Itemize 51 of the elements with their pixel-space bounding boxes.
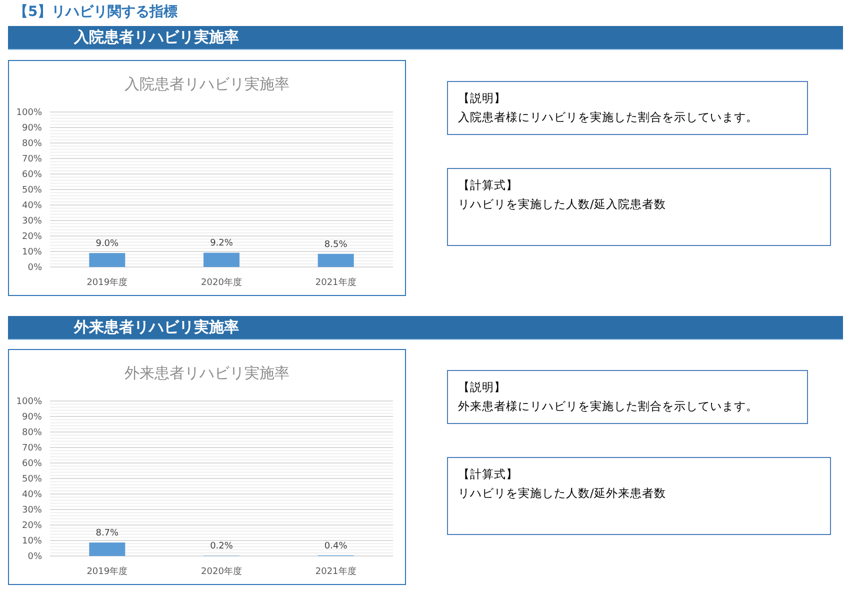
axis-tick-label: 0% xyxy=(28,552,42,562)
axis-tick-label: 10% xyxy=(22,248,42,258)
bar xyxy=(204,252,240,267)
note-text: 入院患者様にリハビリを実施した割合を示しています。 xyxy=(458,109,759,126)
axis-tick-label: 70% xyxy=(22,154,42,164)
note-text: リハビリを実施した人数/延入院患者数 xyxy=(458,196,667,213)
axis-tick-label: 100% xyxy=(16,397,42,407)
note-text: 外来患者様にリハビリを実施した割合を示しています。 xyxy=(458,398,759,415)
note-heading: 【計算式】 xyxy=(458,466,519,483)
axis-tick-label: 100% xyxy=(16,108,42,118)
category-label: 2019年度 xyxy=(86,567,128,577)
section-title: 外来患者リハビリ実施率 xyxy=(74,318,239,337)
axis-tick-label: 60% xyxy=(22,170,42,180)
note-text: リハビリを実施した人数/延外来患者数 xyxy=(458,485,667,502)
axis-tick-label: 90% xyxy=(22,124,42,134)
data-label: 8.5% xyxy=(324,240,348,250)
axis-tick-label: 30% xyxy=(22,216,42,226)
chart-title: 入院患者リハビリ実施率 xyxy=(124,75,290,93)
axis-tick-label: 20% xyxy=(22,232,42,242)
category-label: 2020年度 xyxy=(201,567,242,577)
axis-tick-label: 80% xyxy=(22,139,42,149)
section-title: 入院患者リハビリ実施率 xyxy=(74,28,239,47)
axis-tick-label: 90% xyxy=(22,412,42,422)
axis-tick-label: 80% xyxy=(22,428,42,438)
bar xyxy=(89,253,126,267)
note-heading: 【計算式】 xyxy=(458,177,519,194)
data-label: 9.0% xyxy=(96,239,119,250)
data-label: 8.7% xyxy=(96,528,119,539)
note-heading: 【説明】 xyxy=(458,90,507,107)
axis-tick-label: 40% xyxy=(22,490,42,500)
data-label: 0.4% xyxy=(324,541,348,552)
data-label: 9.2% xyxy=(210,238,233,249)
axis-tick-label: 60% xyxy=(22,459,42,469)
axis-tick-label: 50% xyxy=(22,186,42,196)
bar xyxy=(89,542,126,556)
axis-tick-label: 0% xyxy=(28,263,42,273)
axis-tick-label: 10% xyxy=(22,536,42,546)
axis-tick-label: 20% xyxy=(22,521,42,531)
category-label: 2021年度 xyxy=(315,567,356,577)
category-label: 2021年度 xyxy=(315,278,356,288)
data-label: 0.2% xyxy=(210,542,233,552)
bar xyxy=(318,254,354,267)
axis-tick-label: 50% xyxy=(22,474,42,484)
chart-title: 外来患者リハビリ実施率 xyxy=(124,364,290,382)
category-label: 2019年度 xyxy=(86,278,128,288)
axis-tick-label: 70% xyxy=(22,444,42,454)
category-label: 2020年度 xyxy=(201,278,242,288)
axis-tick-label: 30% xyxy=(22,506,42,516)
axis-tick-label: 40% xyxy=(22,201,42,211)
page-heading: 【5】リハビリ関する指標 xyxy=(14,3,179,22)
note-heading: 【説明】 xyxy=(458,379,507,396)
